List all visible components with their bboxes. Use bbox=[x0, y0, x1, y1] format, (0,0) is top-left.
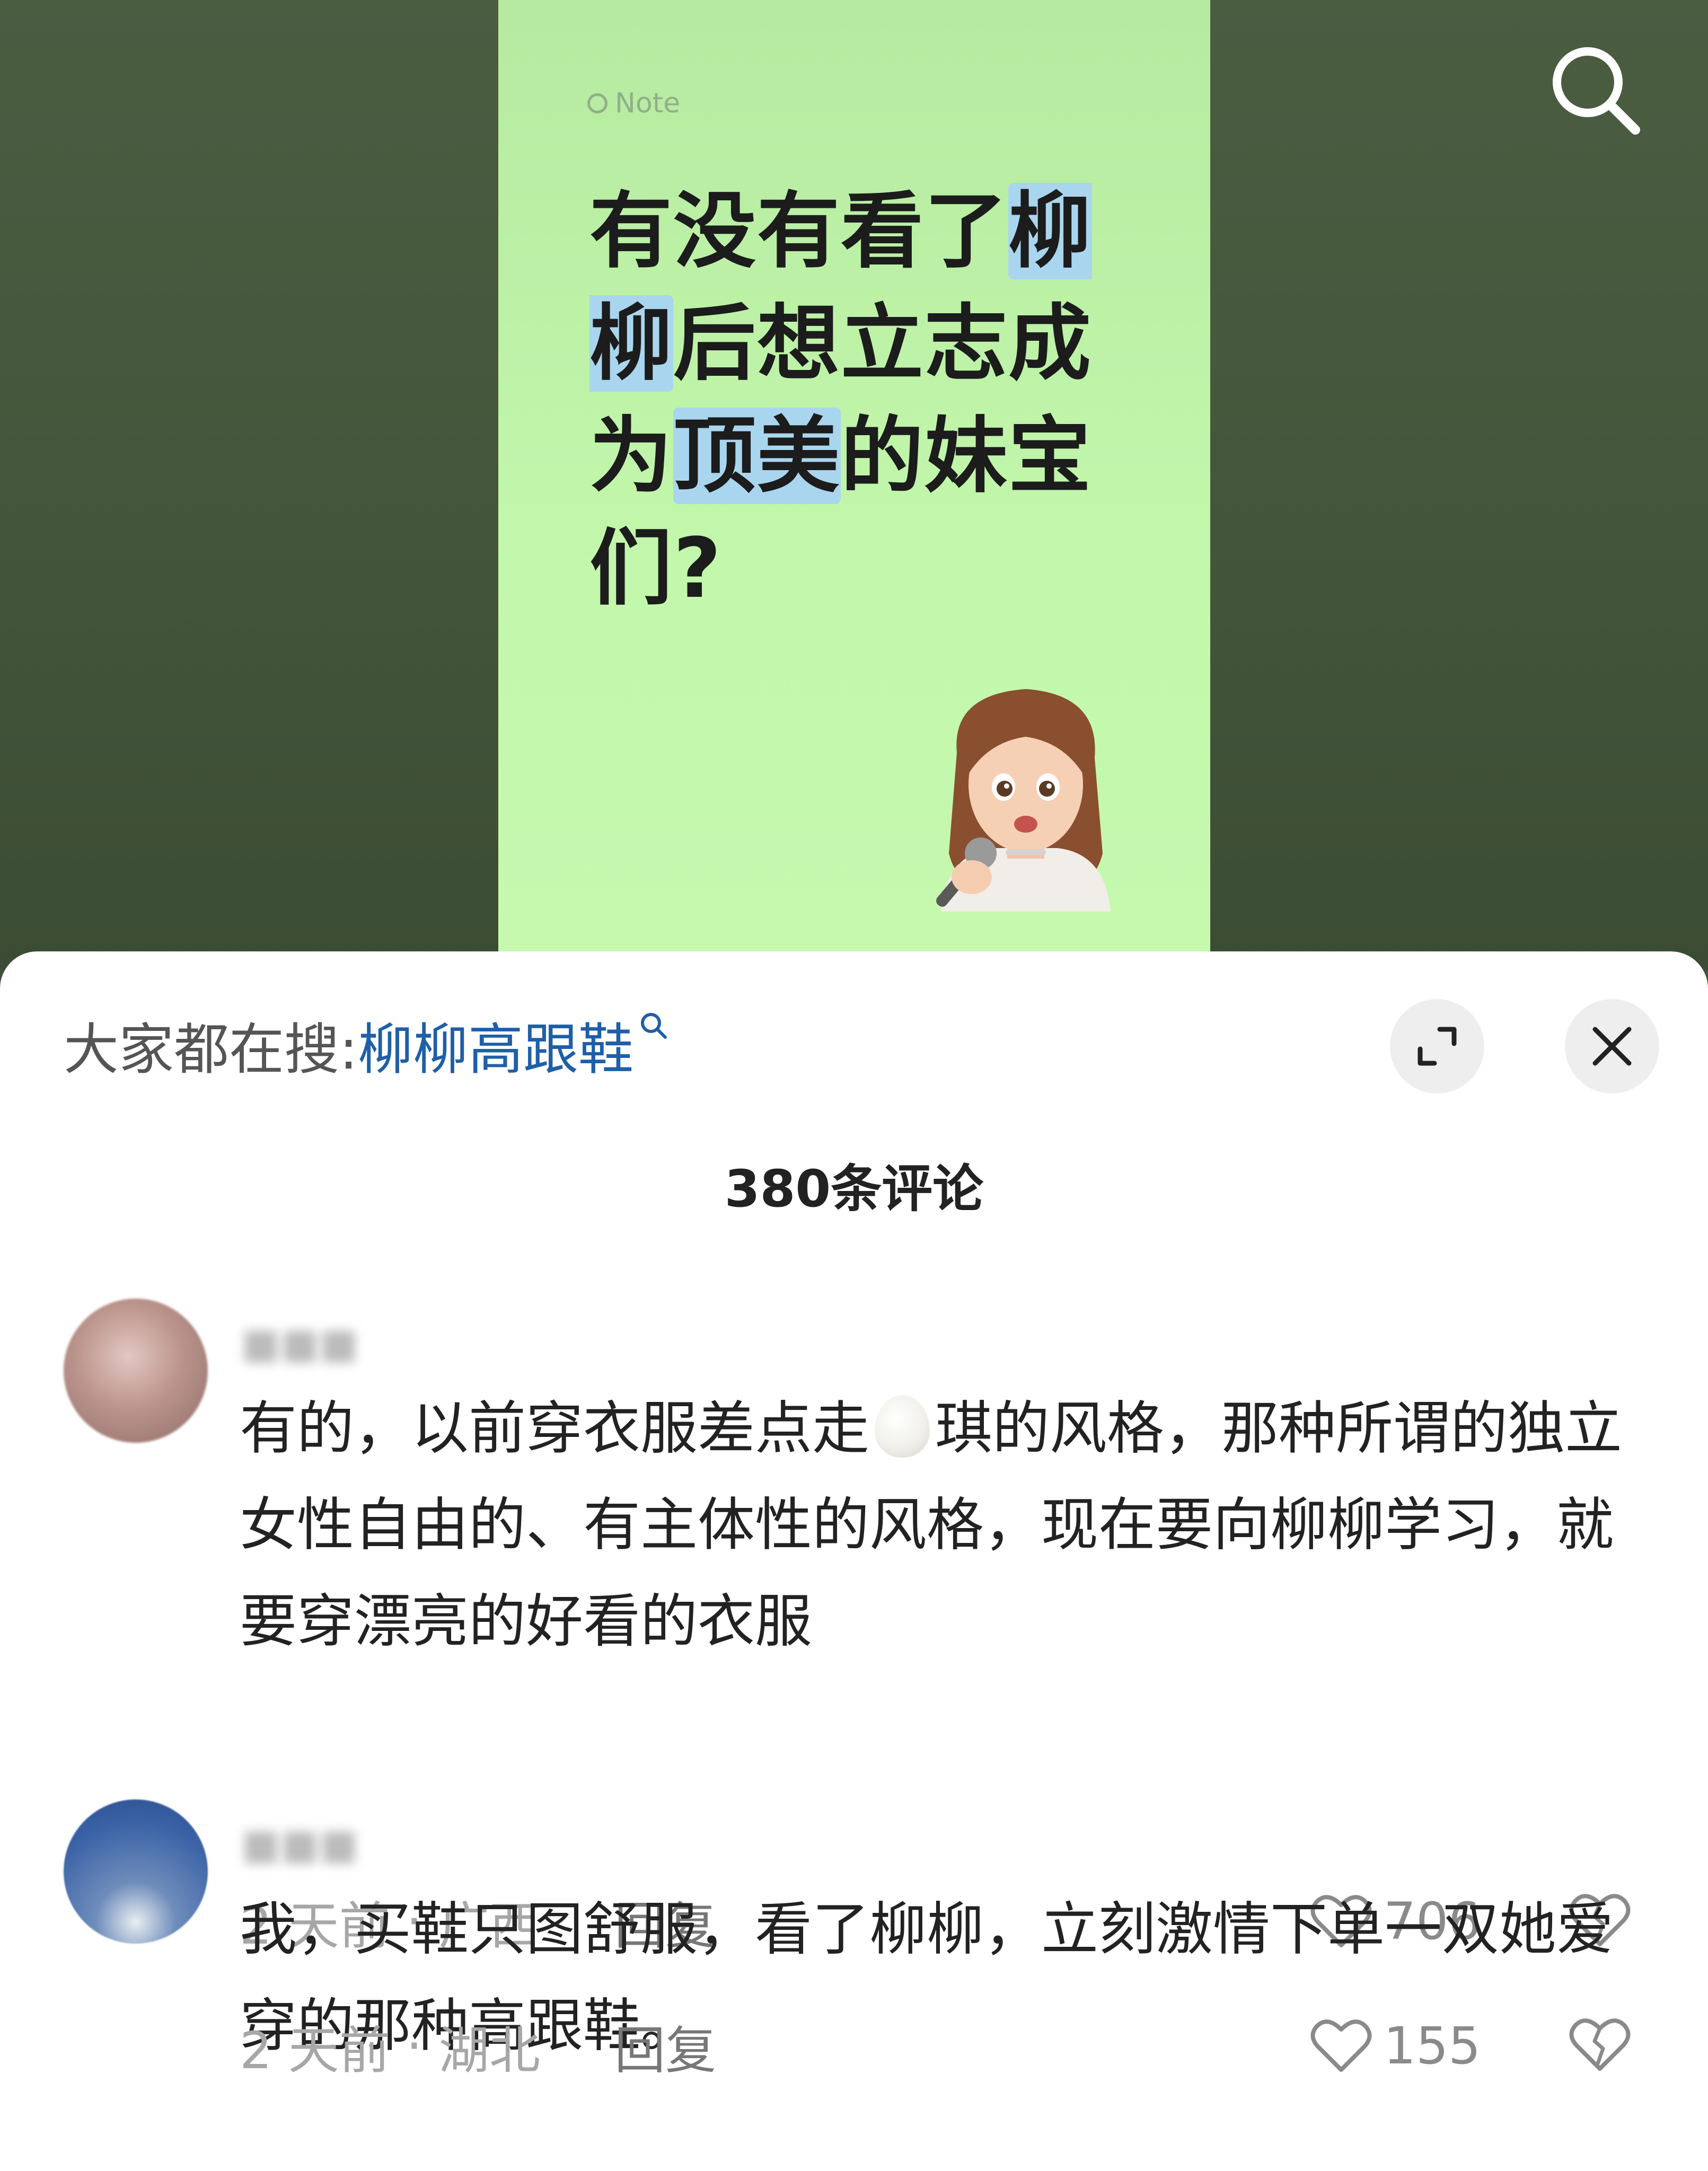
comment-text-part: 有的，以前穿衣服差点走 bbox=[240, 1396, 870, 1462]
comment-meta: 2 天前 · 湖北 回复 bbox=[240, 2011, 716, 2080]
expand-button[interactable] bbox=[1390, 999, 1484, 1093]
avatar[interactable] bbox=[64, 1299, 208, 1443]
note-card: Note 有没有看了柳柳后想立志成为顶美的妹宝们? bbox=[498, 0, 1210, 954]
note-tag-label: Note bbox=[615, 87, 681, 119]
note-circle-icon bbox=[587, 93, 608, 113]
username-blurred[interactable]: ■■■ bbox=[241, 1320, 358, 1367]
search-icon bbox=[1553, 47, 1640, 135]
like-count: 155 bbox=[1384, 2016, 1481, 2076]
broken-heart-icon bbox=[1569, 2018, 1631, 2071]
avatar[interactable] bbox=[64, 1799, 208, 1944]
trending-label: 大家都在搜: bbox=[64, 1017, 358, 1082]
heart-icon bbox=[1310, 2019, 1372, 2072]
like-button[interactable]: 155 bbox=[1309, 2016, 1481, 2076]
comment-time: 2 天前 bbox=[240, 2020, 390, 2080]
title-highlight: 顶美 bbox=[673, 408, 841, 504]
egg-emoji-icon bbox=[875, 1395, 930, 1458]
note-title: 有没有看了柳柳后想立志成为顶美的妹宝们? bbox=[589, 175, 1098, 624]
comment-count: 380条评论 bbox=[724, 1159, 984, 1219]
search-small-icon bbox=[641, 1013, 667, 1039]
singer-memoji-icon bbox=[936, 689, 1111, 912]
dislike-button[interactable] bbox=[1568, 2016, 1632, 2076]
close-button[interactable] bbox=[1565, 999, 1659, 1093]
comment-text[interactable]: 有的，以前穿衣服差点走 琪的风格，那种所谓的独立女性自由的、有主体性的风格，现在要… bbox=[240, 1381, 1644, 1670]
comment-location: 湖北 bbox=[438, 2020, 541, 2080]
trending-keyword-link[interactable]: 柳柳高跟鞋 bbox=[358, 1004, 633, 1084]
video-area[interactable]: Note 有没有看了柳柳后想立志成为顶美的妹宝们? bbox=[0, 0, 1708, 970]
reply-button[interactable]: 回复 bbox=[614, 2009, 716, 2083]
trending-search[interactable]: 大家都在搜: 柳柳高跟鞋 bbox=[64, 1004, 670, 1084]
meta-separator: · bbox=[390, 2016, 439, 2076]
username-blurred[interactable]: ■■■ bbox=[241, 1821, 358, 1868]
search-button[interactable] bbox=[1543, 37, 1649, 143]
close-icon bbox=[1592, 1027, 1632, 1066]
title-part: 有没有看了 bbox=[589, 183, 1008, 279]
expand-icon bbox=[1418, 1027, 1457, 1066]
note-tag: Note bbox=[587, 85, 680, 122]
comment-actions: 155 bbox=[1309, 2011, 1632, 2080]
comment-sheet: 大家都在搜: 柳柳高跟鞋 380条评论 ■■■ 有的，以前穿衣服差点走 琪的风格，… bbox=[0, 951, 1708, 2171]
